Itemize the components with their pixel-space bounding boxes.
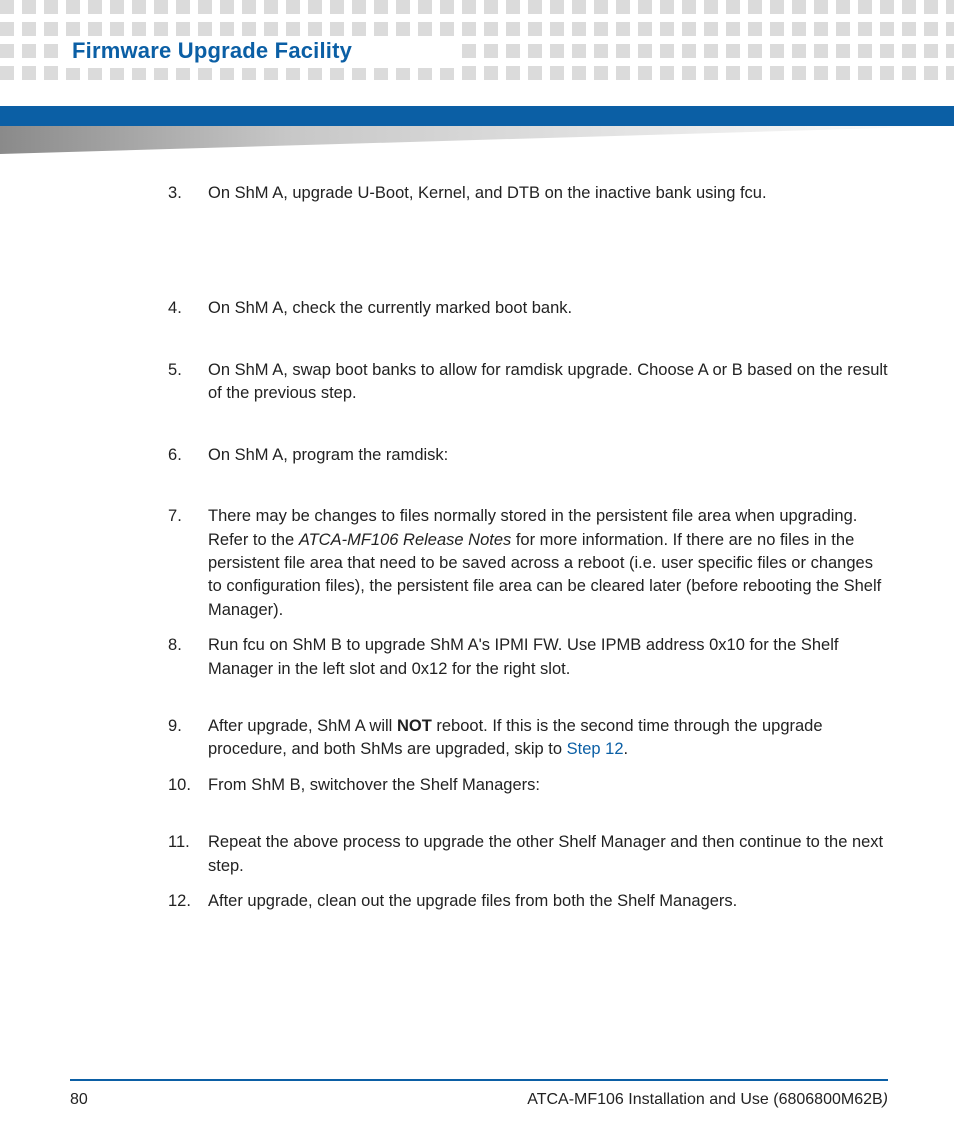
content-area: On ShM A, upgrade U-Boot, Kernel, and DT… (168, 182, 888, 930)
page-number: 80 (70, 1091, 88, 1109)
step-9-not: NOT (397, 717, 432, 735)
step-10: From ShM B, switchover the Shelf Manager… (168, 774, 888, 797)
step-text: From ShM B, switchover the Shelf Manager… (208, 776, 540, 794)
step-text: On ShM A, swap boot banks to allow for r… (208, 361, 888, 402)
step-text-a: After upgrade, ShM A will (208, 717, 397, 735)
step-11: Repeat the above process to upgrade the … (168, 831, 888, 878)
doc-title-main: ATCA-MF106 Installation and Use (6806800… (527, 1091, 882, 1108)
step-7: There may be changes to files normally s… (168, 505, 888, 622)
release-notes-ref: ATCA-MF106 Release Notes (299, 531, 511, 549)
header-wedge (0, 126, 954, 154)
step-12-link[interactable]: Step 12 (567, 740, 624, 758)
step-6: On ShM A, program the ramdisk: (168, 444, 888, 467)
step-text: On ShM A, program the ramdisk: (208, 446, 448, 464)
doc-title: ATCA-MF106 Installation and Use (6806800… (527, 1091, 888, 1109)
step-text: After upgrade, clean out the upgrade fil… (208, 892, 737, 910)
step-text: On ShM A, upgrade U-Boot, Kernel, and DT… (208, 184, 767, 202)
step-text: Repeat the above process to upgrade the … (208, 833, 883, 874)
step-4: On ShM A, check the currently marked boo… (168, 297, 888, 320)
step-9: After upgrade, ShM A will NOT reboot. If… (168, 715, 888, 762)
step-12: After upgrade, clean out the upgrade fil… (168, 890, 888, 913)
step-3: On ShM A, upgrade U-Boot, Kernel, and DT… (168, 182, 888, 205)
page: Firmware Upgrade Facility On ShM A, upgr… (0, 0, 954, 1145)
step-list: On ShM A, upgrade U-Boot, Kernel, and DT… (168, 182, 888, 914)
doc-title-suffix: ) (883, 1091, 888, 1108)
step-8: Run fcu on ShM B to upgrade ShM A's IPMI… (168, 634, 888, 681)
section-title: Firmware Upgrade Facility (72, 38, 358, 64)
step-text: Run fcu on ShM B to upgrade ShM A's IPMI… (208, 636, 838, 677)
step-text: On ShM A, check the currently marked boo… (208, 299, 572, 317)
footer-rule (70, 1079, 888, 1081)
step-5: On ShM A, swap boot banks to allow for r… (168, 359, 888, 406)
header-blue-bar (0, 106, 954, 126)
step-text-c: . (624, 740, 629, 758)
